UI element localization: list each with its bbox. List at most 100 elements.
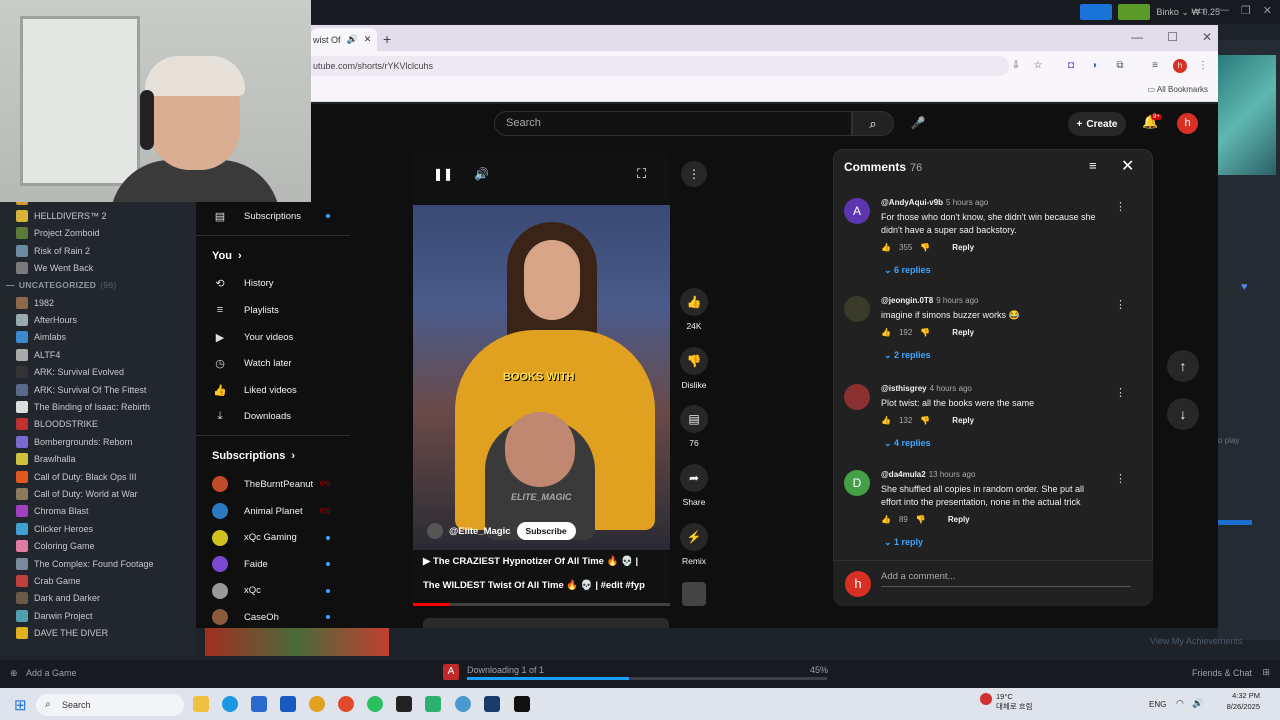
pause-icon[interactable]: ❚❚ bbox=[433, 167, 453, 181]
extensions-puzzle-icon[interactable]: ⧉ bbox=[1114, 60, 1126, 72]
store-icon[interactable] bbox=[251, 696, 267, 712]
library-game-item[interactable]: Coloring Game bbox=[0, 537, 196, 554]
like-button[interactable]: 👍 24K bbox=[680, 288, 708, 331]
extension-icon[interactable]: ◘ bbox=[1065, 60, 1077, 72]
channel-avatar[interactable] bbox=[427, 523, 443, 539]
search-input[interactable]: Search bbox=[494, 111, 852, 136]
youtube-avatar[interactable]: h bbox=[1177, 113, 1198, 134]
channel-name[interactable]: @Elite_Magic bbox=[449, 526, 511, 537]
sidebar-item-subscriptions[interactable]: ▤ Subscriptions bbox=[196, 203, 350, 230]
sidebar-channel[interactable]: Animal Planet ((•)) bbox=[196, 498, 350, 525]
sidebar-channel[interactable]: CaseOh bbox=[196, 604, 350, 628]
media-icon[interactable]: ≡ bbox=[1149, 60, 1161, 72]
speaker-icon[interactable]: 🔊 bbox=[1192, 698, 1203, 709]
sidebar-channel[interactable]: xQc Gaming bbox=[196, 524, 350, 551]
comments-button[interactable]: ▤ 76 bbox=[680, 405, 708, 448]
profile-avatar[interactable]: h bbox=[1173, 59, 1187, 73]
thumbs-down-icon[interactable]: 👎 bbox=[920, 328, 930, 337]
chat-icon[interactable]: ⊞ bbox=[1262, 667, 1270, 678]
minimize-icon[interactable]: — bbox=[1218, 4, 1229, 17]
comment-menu-icon[interactable]: ⋮ bbox=[1115, 472, 1126, 485]
library-game-item[interactable]: DAVE THE DIVER bbox=[0, 624, 196, 641]
address-bar[interactable]: utube.com/shorts/rYKVlclcuhs bbox=[311, 56, 1009, 76]
add-game-icon[interactable]: ⊕ bbox=[10, 668, 18, 679]
speaker-icon[interactable]: 🔊 bbox=[347, 34, 358, 45]
view-replies-button[interactable]: ⌄ 4 replies bbox=[884, 438, 931, 449]
remix-button[interactable]: ⚡ Remix bbox=[680, 523, 708, 566]
add-comment-input[interactable]: Add a comment... bbox=[881, 571, 1131, 587]
comment-author[interactable]: @jeongin.0T8 9 hours ago bbox=[881, 296, 979, 305]
close-icon[interactable]: ✕ bbox=[1263, 4, 1272, 17]
thumbs-down-icon[interactable]: 👎 bbox=[920, 243, 930, 252]
view-achievements-link[interactable]: View My Achievements bbox=[1150, 636, 1242, 646]
sidebar-you-header[interactable]: You › bbox=[196, 241, 350, 271]
chrome-icon[interactable] bbox=[309, 696, 325, 712]
notification-button[interactable] bbox=[1118, 4, 1151, 20]
add-game-button[interactable]: Add a Game bbox=[26, 668, 77, 678]
sidebar-item-downloads[interactable]: ⤓ Downloads bbox=[196, 404, 350, 431]
comment-menu-icon[interactable]: ⋮ bbox=[1115, 386, 1126, 399]
thumbs-down-icon[interactable]: 👎 bbox=[920, 416, 930, 425]
minimize-icon[interactable]: — bbox=[1131, 30, 1143, 44]
video-title[interactable]: ▶ The CRAZIEST Hypnotizer Of All Time 🔥 … bbox=[423, 550, 663, 598]
reply-button[interactable]: Reply bbox=[952, 328, 974, 337]
close-icon[interactable]: ✕ bbox=[1121, 156, 1134, 176]
reply-button[interactable]: Reply bbox=[952, 243, 974, 252]
comment-avatar[interactable] bbox=[844, 384, 870, 410]
all-bookmarks-button[interactable]: ▭ All Bookmarks bbox=[1148, 85, 1208, 94]
library-game-item[interactable]: Risk of Rain 2 bbox=[0, 242, 196, 259]
windows-start-icon[interactable]: ⊞ bbox=[14, 696, 27, 714]
sound-thumbnail[interactable] bbox=[682, 582, 706, 606]
heart-icon[interactable]: ♥ bbox=[1241, 281, 1248, 293]
install-icon[interactable]: ⇩ bbox=[1010, 60, 1022, 72]
library-game-item[interactable]: HELLDIVERS™ 2 bbox=[0, 207, 196, 224]
sidebar-item-your-videos[interactable]: ▶ Your videos bbox=[196, 324, 350, 351]
comment-avatar[interactable]: D bbox=[844, 470, 870, 496]
taskbar-search[interactable]: Search bbox=[36, 694, 184, 716]
weather-widget[interactable]: 19°C 대체로 흐림 bbox=[996, 692, 1033, 712]
sidebar-item-liked-videos[interactable]: 👍 Liked videos bbox=[196, 377, 350, 404]
browser-tab[interactable]: wist Of 🔊 ✕ bbox=[311, 28, 377, 51]
friends-chat-button[interactable]: Friends & Chat bbox=[1192, 668, 1252, 678]
whatsapp-icon[interactable] bbox=[367, 696, 383, 712]
library-game-item[interactable]: Aimlabs bbox=[0, 329, 196, 346]
tab-close-icon[interactable]: ✕ bbox=[364, 34, 372, 45]
subscribe-button[interactable]: Subscribe bbox=[516, 522, 576, 540]
comment-avatar[interactable] bbox=[844, 296, 870, 322]
library-game-item[interactable]: Call of Duty: World at War bbox=[0, 485, 196, 502]
library-game-item[interactable]: Bombergrounds: Reborn bbox=[0, 433, 196, 450]
library-game-item[interactable]: ALTF4 bbox=[0, 346, 196, 363]
new-tab-icon[interactable]: + bbox=[383, 31, 391, 47]
dislike-button[interactable]: 👎 Dislike bbox=[680, 347, 708, 390]
library-game-item[interactable]: Dark and Darker bbox=[0, 590, 196, 607]
library-game-item[interactable]: Call of Duty: Black Ops III bbox=[0, 468, 196, 485]
share-button[interactable]: ➦ Share bbox=[680, 464, 708, 507]
arrow-up-icon[interactable]: ↑ bbox=[1167, 350, 1199, 382]
view-replies-button[interactable]: ⌄ 6 replies bbox=[884, 265, 931, 276]
bookmark-star-icon[interactable]: ☆ bbox=[1032, 60, 1044, 72]
microphone-icon[interactable]: 🎤 bbox=[904, 111, 932, 136]
library-game-item[interactable]: Chroma Blast bbox=[0, 503, 196, 520]
minimize-icon[interactable]: ▭ bbox=[1196, 4, 1206, 17]
clock[interactable]: 4:32 PM 8/26/2025 bbox=[1227, 690, 1260, 712]
create-button[interactable]: + Create bbox=[1068, 112, 1126, 136]
sidebar-item-watch-later[interactable]: ◷ Watch later bbox=[196, 350, 350, 377]
next-video-preview[interactable] bbox=[423, 618, 669, 628]
sidebar-channel[interactable]: xQc bbox=[196, 578, 350, 605]
reply-button[interactable]: Reply bbox=[948, 515, 970, 524]
reply-button[interactable]: Reply bbox=[952, 416, 974, 425]
close-icon[interactable]: ✕ bbox=[1202, 30, 1212, 44]
view-replies-button[interactable]: ⌄ 1 reply bbox=[884, 537, 923, 548]
library-game-item[interactable]: BLOODSTRIKE bbox=[0, 416, 196, 433]
menu-icon[interactable]: ⋮ bbox=[1197, 60, 1209, 72]
chrome-profile-icon[interactable] bbox=[338, 696, 354, 712]
steam-icon[interactable] bbox=[484, 696, 500, 712]
maximize-icon[interactable]: ❐ bbox=[1241, 4, 1251, 17]
fullscreen-icon[interactable]: ⛶ bbox=[637, 166, 646, 182]
library-game-item[interactable]: We Went Back bbox=[0, 260, 196, 277]
library-game-item[interactable]: The Binding of Isaac: Rebirth bbox=[0, 398, 196, 415]
app-icon[interactable] bbox=[455, 696, 471, 712]
thumbs-up-icon[interactable]: 👍 bbox=[881, 515, 891, 524]
arrow-down-icon[interactable]: ↓ bbox=[1167, 398, 1199, 430]
language-indicator[interactable]: ENG bbox=[1149, 700, 1166, 709]
